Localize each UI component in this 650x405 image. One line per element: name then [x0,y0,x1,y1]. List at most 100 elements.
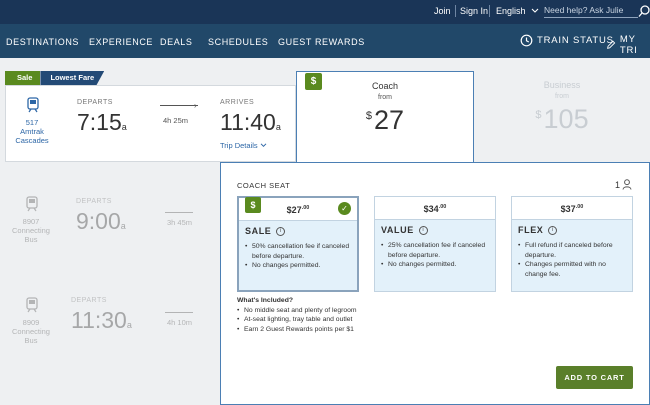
arrive-time: 11:40a [220,109,281,136]
trip-details-label: Trip Details [220,141,258,150]
list-item: No middle seat and plenty of legroom [237,306,357,316]
train-icon [27,97,39,113]
fare-price-value: $27 [286,205,302,215]
trip-duration: 4h 25m [163,116,189,125]
nav-schedules[interactable]: SCHEDULES [208,37,268,47]
trip-details-link[interactable]: Trip Details [220,141,267,150]
sign-in-link[interactable]: Sign In [460,6,488,16]
route-arrow [165,312,193,313]
train-number: 517 [25,118,39,127]
fare-name-label: VALUE [381,225,414,235]
lowest-fare-tag: Lowest Fare [40,71,105,85]
fare-header: $34.00 [375,197,495,220]
business-price: $105 [474,104,650,135]
train-status-link[interactable]: TRAIN STATUS [520,34,614,47]
departs-label: DEPARTS [77,99,113,106]
fare-name-label: FLEX [518,225,544,235]
departs-label: DEPARTS [76,198,112,205]
depart-time: 11:30a [71,307,132,334]
divider [455,5,456,17]
list-item: Earn 2 Guest Rewards points per $1 [237,325,357,335]
arrives-label: ARRIVES [220,99,255,106]
fare-option-value[interactable]: $34.00 VALUE i 25% cancellation fee if ca… [374,196,496,292]
arrow-head-icon: › [194,101,197,110]
join-link[interactable]: Join [434,6,451,16]
my-trip-link[interactable]: MY TRI [606,34,650,56]
fare-name-label: SALE [245,226,272,236]
trip-row-selected[interactable]: 517 Amtrak Cascades DEPARTS 7:15a › 4h 2… [5,85,296,162]
sale-tag: Sale [5,71,41,85]
info-icon[interactable]: i [418,225,428,235]
my-trip-label: MY TRI [619,34,638,56]
fare-price: $37.00 [512,204,632,214]
fare-header: $ $27.00 ✓ [239,197,357,221]
utility-bar: Join Sign In English [0,0,650,24]
depart-time: 7:15a [77,109,127,136]
business-from: from [555,93,569,100]
nav-experience[interactable]: EXPERIENCE [89,37,153,47]
train-status-label: TRAIN STATUS [537,35,614,46]
coach-from: from [378,94,392,101]
info-icon[interactable]: i [276,226,286,236]
depart-ampm: a [120,221,126,231]
fare-cents: .00 [438,204,447,210]
nav-destinations[interactable]: DESTINATIONS [6,37,79,47]
departs-label: DEPARTS [71,297,107,304]
divider [489,5,490,17]
fare-bullets: 50% cancellation fee if canceled before … [245,242,357,271]
currency-symbol: $ [365,110,373,122]
nav-guest-rewards[interactable]: GUEST REWARDS [278,37,365,47]
language-selector[interactable]: English [496,6,539,16]
fare-name: FLEX i [518,225,558,235]
included-list: No middle seat and plenty of legroom At-… [237,306,357,335]
fare-bullets: 25% cancellation fee if canceled before … [381,241,493,270]
fare-name: VALUE i [381,225,428,235]
train-number: 8909 [22,318,40,327]
train-name: Connecting Bus [12,327,50,345]
nav-deals[interactable]: DEALS [160,37,193,47]
clock-icon [520,34,533,47]
pencil-icon [607,40,616,49]
fare-option-sale[interactable]: $ $27.00 ✓ SALE i 50% cancellation fee if… [237,196,359,292]
trip-duration: 4h 10m [167,318,193,327]
fare-option-flex[interactable]: $37.00 FLEX i Full refund if canceled bef… [511,196,633,292]
language-label: English [496,6,526,16]
search-icon[interactable] [638,4,650,18]
trip-duration: 3h 45m [167,218,193,227]
bus-icon [26,297,38,313]
train-number: 8907 [22,217,40,226]
list-item: At-seat lighting, tray table and outlet [237,315,357,325]
check-icon: ✓ [338,202,351,215]
chevron-down-icon [260,143,267,148]
list-item: 25% cancellation fee if canceled before … [381,241,493,260]
list-item: No changes permitted. [381,260,493,270]
person-icon [622,179,632,190]
fare-header: $37.00 [512,197,632,220]
fare-cents: .00 [575,204,584,210]
help-search-input[interactable] [544,3,638,18]
info-icon[interactable]: i [548,225,558,235]
arrive-time-value: 11:40 [220,109,276,135]
coach-fare-column[interactable]: $ Coach from $27 [296,71,474,163]
add-to-cart-button[interactable]: ADD TO CART [556,366,633,389]
chevron-down-icon [531,8,539,13]
passenger-count: 1 [615,179,632,190]
coach-price-value: 27 [374,105,405,135]
list-item: No changes permitted. [245,261,357,271]
fare-price: $34.00 [375,204,495,214]
passenger-number: 1 [615,179,621,190]
fare-tags: Sale Lowest Fare [5,71,105,85]
included-heading: What's Included? [237,297,293,304]
train-name: Amtrak Cascades [15,127,49,145]
train-name: Connecting Bus [12,226,50,244]
depart-ampm: a [126,320,132,330]
depart-ampm: a [121,122,127,132]
business-price-value: 105 [543,104,589,134]
business-fare-column[interactable]: Business from $105 [474,71,650,163]
arrive-ampm: a [275,122,281,132]
route-arrow [165,212,193,213]
list-item: Full refund if canceled before departure… [518,241,630,260]
currency-symbol: $ [535,109,542,121]
whats-included: What's Included? No middle seat and plen… [237,296,357,334]
bus-icon [26,196,38,212]
